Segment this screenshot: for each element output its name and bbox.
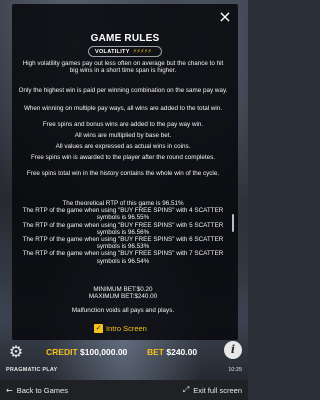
- bet-label: BET: [147, 347, 164, 357]
- clock: 10:25: [228, 367, 242, 373]
- bet-display: BET $240.00: [147, 347, 197, 357]
- rules-paragraph: Malfunction voids all pays and plays.: [71, 307, 175, 314]
- intro-screen-toggle[interactable]: ✓ Intro Screen: [94, 323, 147, 333]
- back-arrow-icon: ←: [6, 385, 13, 395]
- game-rules-modal: × GAME RULES VOLATILITY ⚡⚡⚡⚡⚡ High volat…: [12, 4, 238, 340]
- volatility-badge: VOLATILITY ⚡⚡⚡⚡⚡: [88, 46, 162, 57]
- close-icon[interactable]: ×: [216, 8, 234, 26]
- back-to-games-button[interactable]: ← Back to Games: [6, 386, 68, 395]
- rules-paragraph: High volatility games pay out less often…: [22, 60, 224, 75]
- lightning-bolts-icon: ⚡⚡⚡⚡⚡: [132, 49, 152, 55]
- bet-limits: MINIMUM BET:$0.20 MAXIMUM BET:$240.00: [88, 286, 158, 301]
- gear-icon[interactable]: ⚙: [7, 343, 25, 361]
- scrollbar-thumb[interactable]: [232, 214, 234, 232]
- rules-paragraph: Free spins and bonus wins are added to t…: [42, 121, 204, 128]
- credit-label: CREDIT: [46, 347, 78, 357]
- exit-fullscreen-icon: ⤢: [182, 385, 190, 394]
- bet-value: $240.00: [166, 347, 198, 357]
- checkbox-checked-icon[interactable]: ✓: [94, 323, 103, 333]
- info-icon[interactable]: i: [224, 341, 242, 359]
- modal-title: GAME RULES: [90, 33, 160, 44]
- rules-paragraph: Free spins win is awarded to the player …: [30, 154, 216, 161]
- rules-paragraph: All wins are multiplied by base bet.: [74, 132, 172, 139]
- exit-full-screen-button[interactable]: ⤢ Exit full screen: [183, 385, 242, 395]
- browser-bottom-bar: ← Back to Games ⤢ Exit full screen: [0, 380, 248, 400]
- brand-logo: PRAGMATIC PLAY: [6, 367, 58, 373]
- credit-value: $100,000.00: [80, 347, 128, 357]
- rules-paragraph: Only the highest win is paid per winning…: [18, 87, 228, 94]
- back-to-games-label: Back to Games: [16, 385, 68, 395]
- exit-full-screen-label: Exit full screen: [193, 385, 242, 395]
- rtp-list: The theoretical RTP of this game is 96.5…: [22, 200, 224, 265]
- rules-paragraph: All values are expressed as actual wins …: [55, 143, 191, 150]
- intro-screen-label: Intro Screen: [106, 323, 147, 333]
- rules-paragraph: Free spins total win in the history cont…: [26, 170, 220, 177]
- rules-paragraph: When winning on multiple pay ways, all w…: [23, 105, 223, 112]
- credit-display: CREDIT $100,000.00: [46, 347, 127, 357]
- volatility-label: VOLATILITY: [95, 48, 130, 55]
